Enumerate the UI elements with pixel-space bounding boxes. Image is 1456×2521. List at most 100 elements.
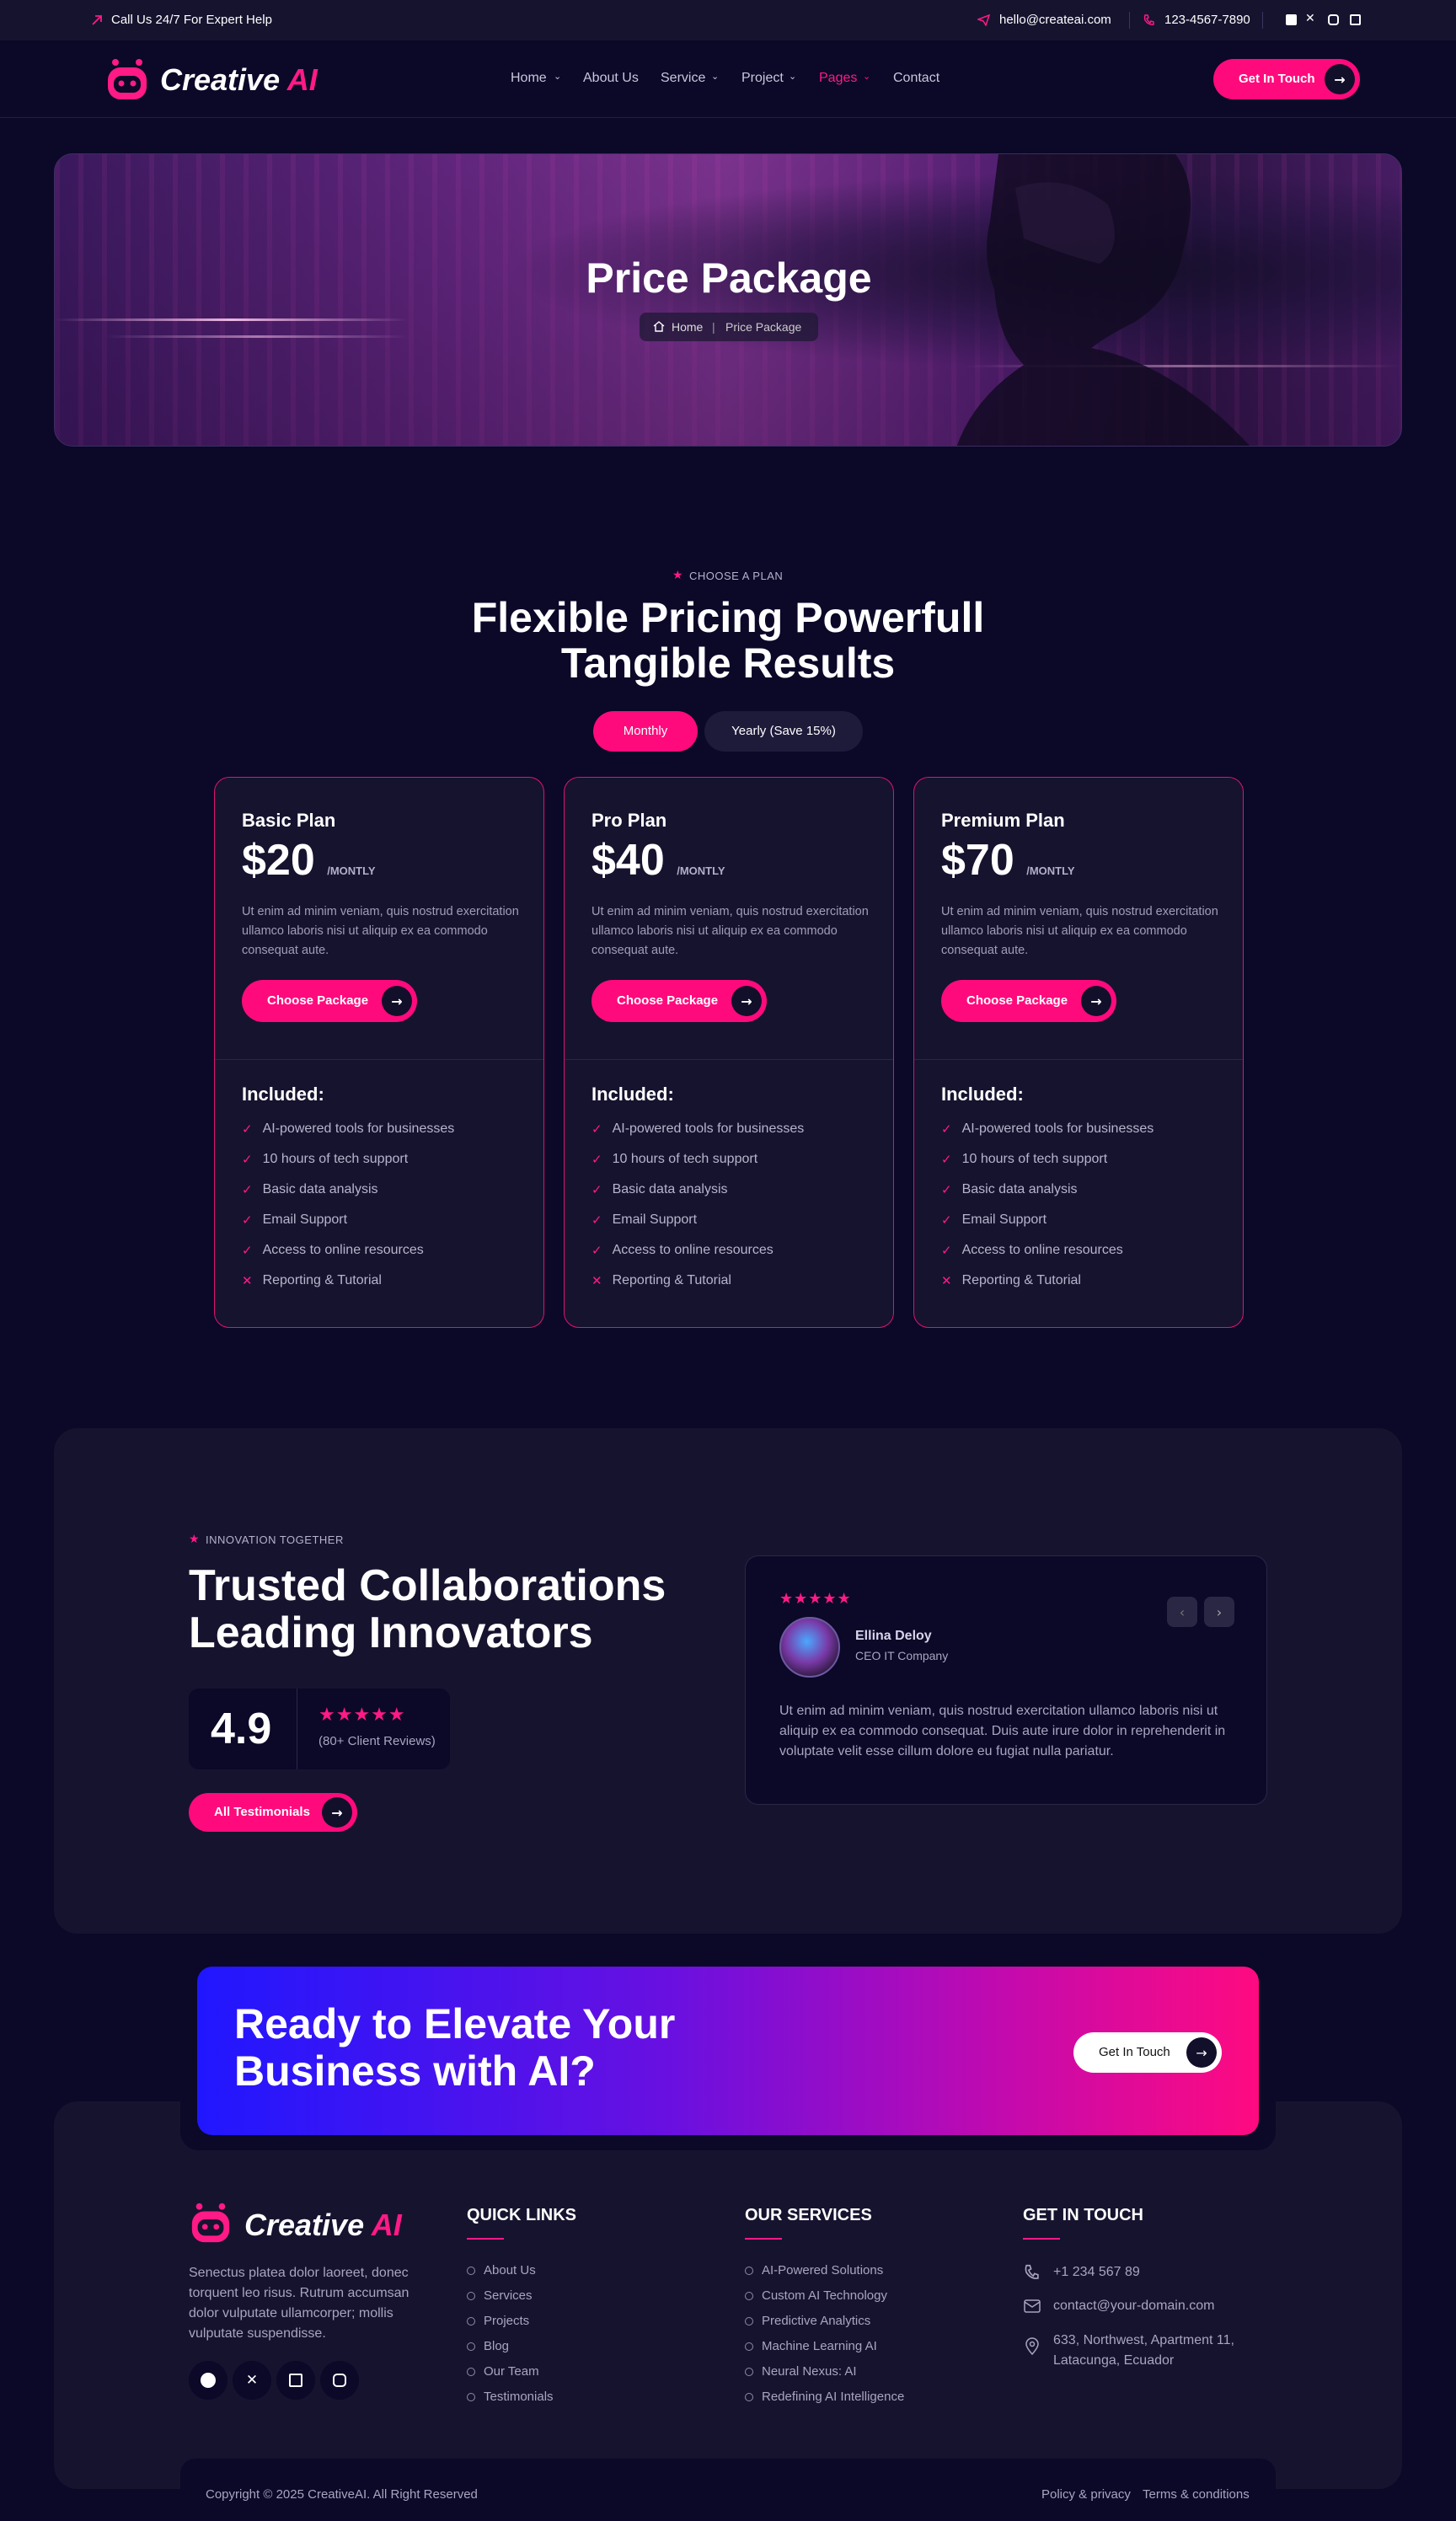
avatar [779, 1617, 840, 1678]
x-icon[interactable]: ✕ [1305, 12, 1315, 25]
check-icon: ✓ [941, 1121, 952, 1137]
button-label: Choose Package [267, 993, 369, 1008]
arrow-right-icon: → [322, 1797, 352, 1828]
link-label: Predictive Analytics [762, 2314, 871, 2328]
check-icon: ✓ [592, 1152, 602, 1167]
prev-arrow-button[interactable]: ‹ [1167, 1597, 1197, 1627]
x-icon[interactable]: ✕ [233, 2361, 271, 2400]
footer-service-link[interactable]: AI-Powered Solutions [745, 2263, 883, 2277]
breadcrumb: Home | Price Package [640, 313, 818, 341]
cta-title-line2: Business with AI? [234, 2047, 596, 2095]
footer-link-testimonials[interactable]: Testimonials [467, 2390, 554, 2404]
footer-service-link[interactable]: Machine Learning AI [745, 2339, 877, 2353]
instagram-icon[interactable] [320, 2361, 359, 2400]
pricing-title-line2: Tangible Results [560, 640, 896, 687]
feature-item: ✓ 10 hours of tech support [242, 1152, 408, 1167]
feature-text: Access to online resources [612, 1243, 774, 1257]
next-arrow-button[interactable]: › [1204, 1597, 1234, 1627]
breadcrumb-home[interactable]: Home [672, 320, 703, 334]
feature-item: ✓ Basic data analysis [941, 1182, 1078, 1197]
top-bar: Call Us 24/7 For Expert Help hello@creat… [0, 0, 1456, 40]
footer-service-link[interactable]: Redefining AI Intelligence [745, 2390, 904, 2404]
phone-icon [1143, 14, 1154, 25]
nav-item-home[interactable]: Home [511, 71, 547, 86]
review-card: ★★★★★ Ellina Deloy CEO IT Company ‹ › Ut… [745, 1555, 1267, 1805]
brand-logo-text[interactable]: Creative AI [160, 62, 318, 98]
footer-link-projects[interactable]: Projects [467, 2314, 529, 2328]
link-label: Custom AI Technology [762, 2288, 887, 2303]
rating-value: 4.9 [211, 1705, 272, 1753]
robot-logo-icon[interactable] [104, 57, 150, 101]
footer-logo-text[interactable]: Creative AI [244, 2208, 402, 2243]
feature-item: ✓ Email Support [941, 1212, 1046, 1228]
link-label: Machine Learning AI [762, 2339, 877, 2353]
footer-link-team[interactable]: Our Team [467, 2364, 539, 2379]
policy-link[interactable]: Policy & privacy [1041, 2487, 1131, 2502]
facebook-icon[interactable] [189, 2361, 228, 2400]
button-label: Get In Touch [1099, 2045, 1170, 2059]
toggle-monthly[interactable]: Monthly [593, 711, 698, 752]
terms-link[interactable]: Terms & conditions [1143, 2487, 1250, 2502]
cta-get-in-touch-button[interactable]: Get In Touch → [1073, 2032, 1222, 2073]
pricing-card-pro: Pro Plan $40 /MONTLY Ut enim ad minim ve… [564, 777, 894, 1328]
star-icon: ★ [189, 1532, 200, 1545]
brand-name: Creative [244, 2208, 365, 2242]
choose-package-button[interactable]: Choose Package → [941, 980, 1116, 1022]
nav-item-service[interactable]: Service [661, 71, 705, 86]
footer-link-services[interactable]: Services [467, 2288, 533, 2303]
all-testimonials-button[interactable]: All Testimonials → [189, 1793, 357, 1832]
feature-text: Email Support [961, 1212, 1047, 1227]
button-label: All Testimonials [214, 1805, 310, 1819]
quick-links-title: QUICK LINKS [467, 2206, 576, 2224]
nav-item-pages[interactable]: Pages [819, 71, 857, 86]
nav-item-contact[interactable]: Contact [893, 71, 939, 86]
plan-name: Premium Plan [941, 810, 1065, 831]
nav-item-about[interactable]: About Us [583, 71, 639, 86]
divider [914, 1059, 1243, 1060]
linkedin-icon[interactable] [1350, 14, 1361, 25]
robot-logo-icon[interactable] [189, 2201, 233, 2245]
feature-item: ✓ AI-powered tools for businesses [592, 1121, 804, 1137]
choose-package-button[interactable]: Choose Package → [592, 980, 767, 1022]
linkedin-icon[interactable] [276, 2361, 315, 2400]
link-label: Neural Nexus: AI [762, 2364, 857, 2379]
link-label: Our Team [484, 2364, 539, 2379]
footer-email[interactable]: contact@your-domain.com [1053, 2299, 1214, 2314]
footer-link-about[interactable]: About Us [467, 2263, 536, 2277]
facebook-icon[interactable] [1286, 14, 1297, 25]
footer-link-blog[interactable]: Blog [467, 2339, 509, 2353]
feature-item: ✓ Email Support [242, 1212, 347, 1228]
feature-item: ✓ 10 hours of tech support [941, 1152, 1107, 1167]
topbar-email[interactable]: hello@createai.com [999, 13, 1111, 27]
check-icon: ✓ [242, 1182, 253, 1197]
footer-service-link[interactable]: Predictive Analytics [745, 2314, 870, 2328]
copyright-bar: Copyright © 2025 CreativeAI. All Right R… [180, 2459, 1276, 2521]
divider [565, 1059, 893, 1060]
bullet-icon [467, 2316, 475, 2326]
footer-phone[interactable]: +1 234 567 89 [1053, 2265, 1140, 2280]
divider [1129, 12, 1130, 29]
footer-service-link[interactable]: Neural Nexus: AI [745, 2364, 857, 2379]
toggle-yearly[interactable]: Yearly (Save 15%) [704, 711, 863, 752]
bullet-icon [745, 2392, 753, 2401]
feature-item: ✓ Basic data analysis [592, 1182, 728, 1197]
nav-item-project[interactable]: Project [741, 71, 784, 86]
feature-text: Basic data analysis [961, 1182, 1078, 1196]
check-icon: ✓ [592, 1243, 602, 1258]
link-label: AI-Powered Solutions [762, 2263, 884, 2277]
get-in-touch-button[interactable]: Get In Touch → [1213, 59, 1360, 99]
topbar-phone[interactable]: 123-4567-7890 [1164, 13, 1250, 27]
light-streak [105, 335, 409, 338]
review-text: Ut enim ad minim veniam, quis nostrud ex… [779, 1704, 1226, 1758]
star-icon: ★ [672, 568, 683, 581]
feature-item: ✓ 10 hours of tech support [592, 1152, 757, 1167]
bullet-icon [745, 2291, 753, 2300]
choose-package-button[interactable]: Choose Package → [242, 980, 417, 1022]
testimonials-title-line1: Trusted Collaborations [189, 1561, 666, 1610]
instagram-icon[interactable] [1328, 14, 1339, 25]
price-value: $40 [592, 836, 665, 885]
footer-address: 633, Northwest, Apartment 11, Latacunga,… [1053, 2331, 1234, 2371]
footer-service-link[interactable]: Custom AI Technology [745, 2288, 887, 2303]
link-label: About Us [484, 2263, 536, 2277]
bullet-icon [745, 2342, 753, 2351]
